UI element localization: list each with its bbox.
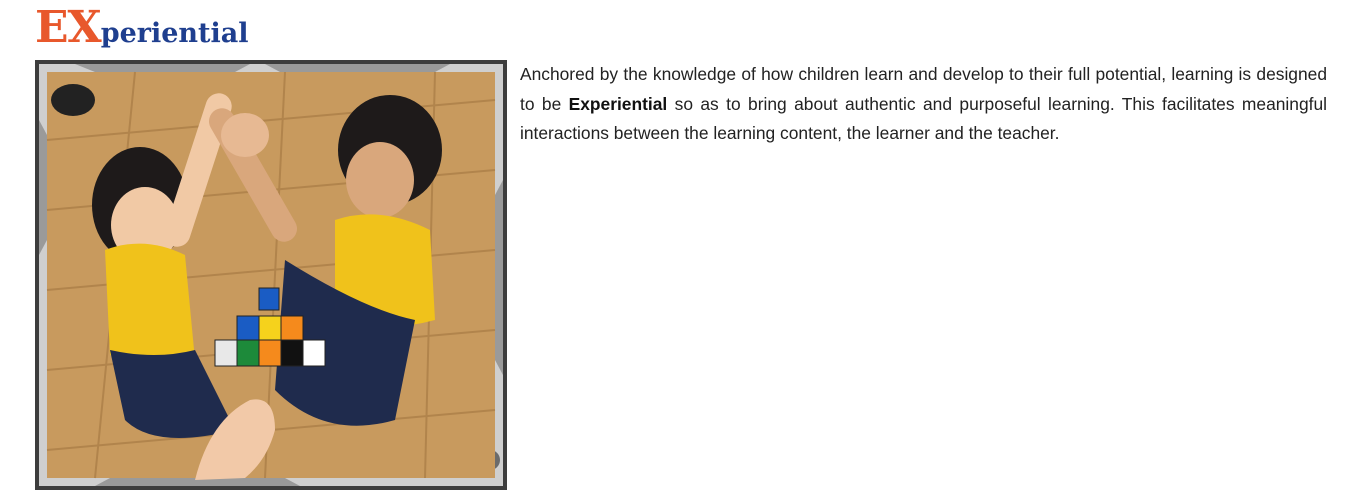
description-bold-term: Experiential	[568, 93, 668, 114]
heading-rest: periential	[100, 18, 249, 49]
section-heading: EXperiential	[35, 6, 249, 56]
children-building-cubes-photo	[46, 71, 496, 480]
gear-frame-icon	[35, 60, 507, 490]
description-paragraph: Anchored by the knowledge of how childre…	[520, 60, 1327, 149]
heading-accent: EX	[35, 2, 102, 53]
photo-frame	[35, 60, 507, 490]
